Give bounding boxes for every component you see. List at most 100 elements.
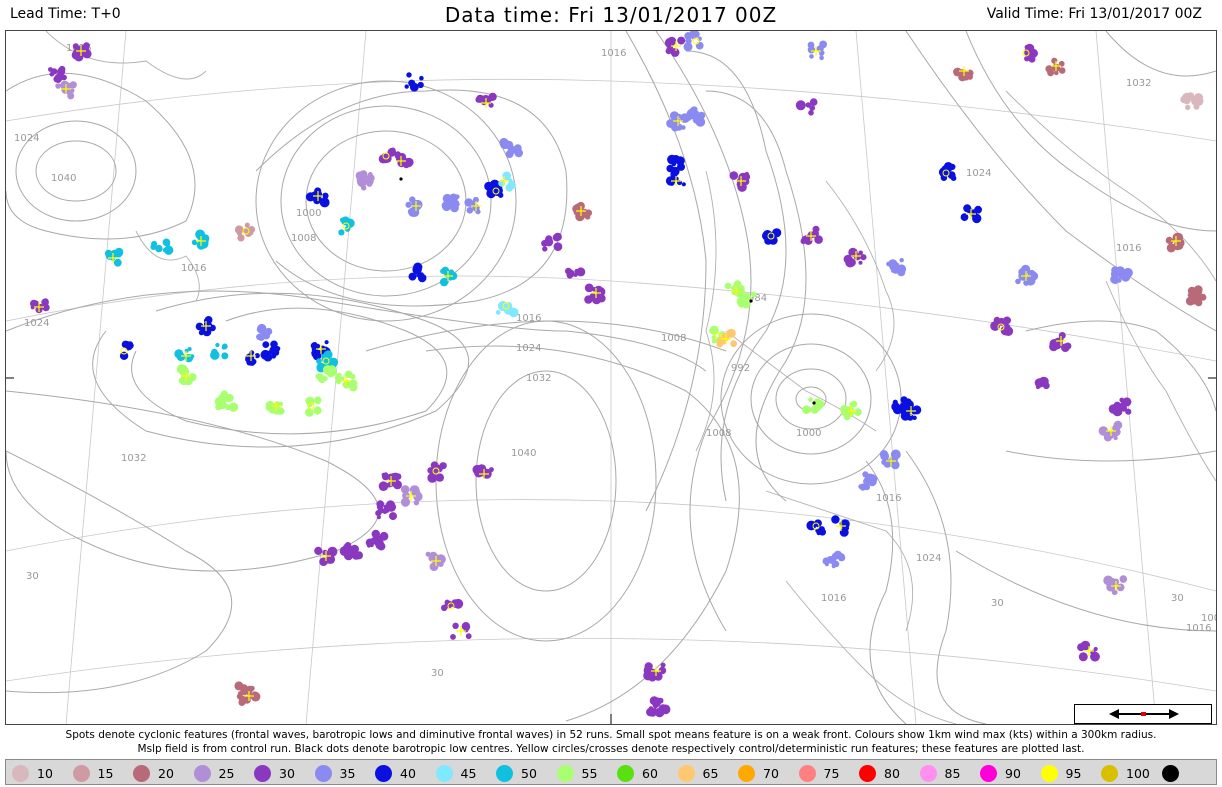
feature-spot (552, 233, 561, 242)
feature-spot (435, 554, 446, 565)
feature-spot (822, 557, 830, 565)
feature-cluster (1034, 376, 1050, 390)
feature-spot (819, 55, 824, 61)
legend-item: 60 (617, 763, 658, 783)
legend-label: 25 (218, 765, 235, 781)
feature-cluster (938, 162, 957, 181)
feature-spot (319, 197, 330, 208)
legend-item: 100 (1101, 763, 1150, 783)
feature-spot (270, 340, 278, 349)
legend-item: 20 (133, 763, 174, 783)
feature-spot (328, 547, 335, 553)
feature-spot (234, 225, 244, 234)
feature-spot (450, 634, 456, 640)
feature-spot (772, 228, 782, 238)
feature-spot (376, 503, 384, 511)
feature-spot (179, 368, 185, 373)
isobar-label: 1000 (796, 428, 821, 439)
feature-spot (819, 528, 826, 536)
feature-cluster (378, 147, 397, 164)
feature-spot (400, 485, 410, 494)
feature-spot (1090, 651, 1100, 662)
feature-spot (1192, 293, 1201, 302)
feature-spot (654, 697, 662, 705)
feature-spot (187, 347, 192, 351)
latitude-label: 30 (26, 571, 39, 582)
feature-spot (67, 92, 75, 100)
feature-spot (881, 459, 887, 465)
feature-spot (1180, 95, 1188, 104)
feature-cluster (802, 397, 825, 415)
feature-spot (162, 238, 171, 247)
isobar-label: 1016 (181, 263, 206, 274)
feature-cluster (475, 92, 497, 108)
feature-spot (584, 295, 593, 304)
feature-spot (896, 264, 907, 274)
legend-label: 90 (1005, 765, 1021, 781)
forecast-map[interactable]: 1016 1024 1040 1016 1000 1008 1016 1024 1024 1032… (5, 30, 1217, 725)
feature-cluster (886, 258, 907, 277)
isobar-label: 1008 (706, 428, 731, 439)
feature-spot (376, 515, 381, 520)
feature-spot (221, 352, 229, 360)
feature-spot (751, 291, 757, 298)
coastlines (45, 31, 1216, 724)
feature-cluster (953, 66, 974, 82)
feature-cluster (1015, 264, 1039, 286)
feature-spot (993, 316, 1001, 324)
legend-label: 80 (884, 765, 900, 781)
feature-spot (389, 512, 397, 521)
legend-label: 95 (1065, 765, 1082, 781)
feature-spot (809, 105, 816, 111)
legend-swatch-icon (375, 764, 392, 782)
feature-spot (452, 622, 459, 629)
feature-spot (340, 376, 345, 381)
feature-cluster (724, 280, 746, 299)
feature-spot (114, 248, 123, 258)
feature-spot (808, 397, 813, 402)
feature-spot (453, 598, 464, 609)
feature-spot (245, 356, 251, 363)
legend-label: 45 (460, 765, 477, 781)
feature-spot (648, 706, 654, 712)
legend-item: 50 (496, 763, 537, 783)
feature-spot (871, 475, 878, 482)
feature-spot (406, 72, 412, 78)
feature-spot (104, 249, 113, 258)
feature-cluster (800, 225, 823, 245)
feature-spot (729, 171, 739, 180)
feature-cluster (464, 196, 481, 215)
feature-spot (676, 113, 682, 119)
feature-spot (889, 265, 894, 270)
feature-cluster (400, 485, 423, 507)
feature-cluster (1185, 285, 1207, 307)
feature-cluster (355, 170, 375, 191)
feature-spot (391, 472, 400, 480)
isobar-label: 1024 (14, 133, 39, 144)
feature-spot (860, 254, 867, 261)
feature-cluster (441, 598, 464, 611)
feature-spot (1077, 643, 1086, 652)
legend-label: 30 (279, 765, 295, 781)
feature-spot (53, 75, 60, 83)
feature-cluster (378, 472, 402, 492)
feature-cluster (1022, 43, 1038, 63)
feature-spot (553, 242, 561, 250)
latitude-label: 30 (1171, 593, 1184, 604)
feature-spot (854, 408, 862, 416)
feature-cluster (879, 449, 901, 470)
feature-spot (862, 471, 869, 478)
legend-label: 100 (1126, 765, 1150, 781)
feature-spot (912, 415, 917, 420)
feature-cluster (762, 228, 782, 245)
feature-cluster (404, 72, 424, 92)
feature-cluster (822, 550, 846, 569)
feature-spot (314, 546, 323, 556)
feature-spot (950, 175, 957, 181)
legend-item: 80 (859, 763, 900, 783)
feature-spot (113, 258, 122, 267)
feature-cluster (1103, 575, 1128, 596)
feature-spot (840, 519, 850, 529)
isobar-label: 1040 (511, 448, 536, 459)
feature-spot (378, 481, 389, 492)
